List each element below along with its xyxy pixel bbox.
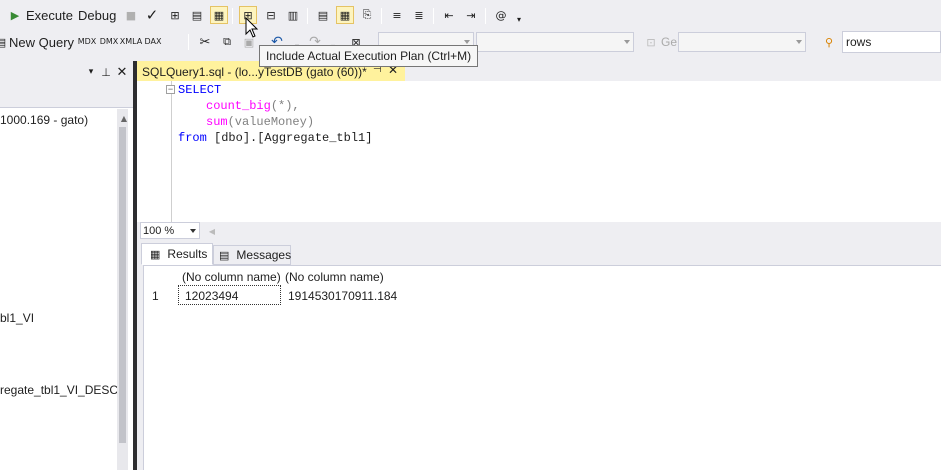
results-to-grid-icon[interactable]: ▦ [336,6,354,24]
tree-item-view-descr[interactable]: regate_tbl1_VI_DESCR [0,383,127,397]
tab-messages[interactable]: ▤ Messages [213,245,291,265]
change-tracking-bar [171,81,173,222]
code-args-sum: (valueMoney) [227,115,315,129]
tab-messages-label: Messages [236,248,292,262]
dax-label: DAX [144,36,162,46]
toolbar-separator [381,8,382,24]
mdx-query-icon[interactable]: MDX [77,32,97,50]
column-header[interactable]: (No column name) [285,270,384,284]
xmla-label: XMLA [119,36,143,46]
solution-platform-dropdown[interactable] [476,32,634,52]
collapse-icon[interactable]: − [166,85,175,94]
copy-icon[interactable]: ⧉ [218,33,236,51]
close-icon[interactable]: ✕ [113,63,131,81]
cell-count-big: 12023494 [185,289,239,303]
cell-sum[interactable]: 1914530170911.184 [288,289,397,303]
toolbar-separator [188,34,189,50]
dmx-query-icon[interactable]: DMX [99,32,119,50]
intellisense-enabled-icon[interactable]: ▦ [210,6,228,24]
messages-icon: ▤ [219,249,230,262]
scroll-up-icon[interactable]: ▲ [115,109,133,127]
toolbar-overflow-icon[interactable]: ▾ [510,10,528,28]
row-number[interactable]: 1 [152,289,159,303]
editor-margin [137,81,173,222]
tab-title: SQLQuery1.sql - (lo...yTestDB (gato (60)… [142,65,367,79]
decrease-indent-icon[interactable]: ⇤ [440,6,458,24]
tooltip: Include Actual Execution Plan (Ctrl+M) [259,45,478,67]
scrollbar-thumb[interactable] [119,127,126,443]
code-function-sum: sum [206,115,228,129]
live-query-statistics-icon[interactable]: ⊟ [262,6,280,24]
tab-results-label: Results [167,247,208,261]
scroll-left-icon[interactable]: ◀ [203,222,221,240]
new-query-button[interactable]: New Query [9,35,74,50]
mdx-label: MDX [77,36,97,46]
results-grid[interactable]: (No column name) (No column name) 1 1202… [143,265,941,470]
find-input[interactable]: rows [842,31,941,53]
code-function-count-big: count_big [206,99,271,113]
code-line-sum: sum(valueMoney) [206,115,314,129]
comment-lines-icon[interactable]: ≡ [388,6,406,24]
results-tabstrip: ▦ Results ▤ Messages [137,240,941,265]
object-explorer-header: ▾ ⊥ ✕ [0,61,133,82]
cut-icon[interactable]: ✂ [196,33,214,51]
column-header[interactable]: (No column name) [182,270,281,284]
object-explorer-toolbar [0,82,133,108]
parse-checkmark-icon[interactable]: ✓ [143,6,161,24]
zoom-dropdown[interactable]: 100 % [140,222,200,239]
zoom-bar: 100 % ◀ [137,222,941,240]
toolbar-separator [485,8,486,24]
debug-button[interactable]: Debug [78,8,116,23]
mouse-cursor-icon [245,17,259,38]
dmx-label: DMX [99,36,119,46]
code-keyword-from: from [178,131,207,145]
increase-indent-icon[interactable]: ⇥ [462,6,480,24]
find-icon[interactable]: ⊡ [642,33,660,51]
execute-icon: ▶ [10,8,20,22]
selected-cell[interactable]: 12023494 [178,285,281,305]
specify-template-values-icon[interactable]: @ [492,6,510,24]
code-line-count-big: count_big(*), [206,99,300,113]
object-explorer-panel: ▾ ⊥ ✕ 1000.169 - gato) bl1_VI regate_tbl… [0,61,133,470]
zoom-value: 100 % [143,225,175,237]
xmla-query-icon[interactable]: XMLA [119,32,143,50]
toolbar-separator [232,8,233,24]
toolbar-separator [307,8,308,24]
generic-dropdown-label: Ge [661,35,678,49]
dax-query-icon[interactable]: DAX [144,32,162,50]
results-to-text-icon[interactable]: ▤ [314,6,332,24]
find-input-value: rows [846,35,872,49]
display-estimated-plan-icon[interactable]: ⊞ [166,6,184,24]
tree-item-server[interactable]: 1000.169 - gato) [0,113,88,127]
uncomment-lines-icon[interactable]: ≣ [410,6,428,24]
execute-button[interactable]: Execute [26,8,73,23]
code-line-select: SELECT [178,83,222,97]
standard-toolbar: ▶ Execute Debug ■ ✓ ⊞ ▤ ▦ ⊞ ⊟ ▥ ▤ ▦ ⎘ ≡ … [0,0,941,31]
tab-results[interactable]: ▦ Results [141,243,213,265]
tree-item-view[interactable]: bl1_VI [0,311,34,325]
stop-icon[interactable]: ■ [122,6,140,24]
find-in-files-icon[interactable]: ⚲ [820,33,838,51]
grid-icon: ▦ [150,248,161,261]
generic-dropdown[interactable] [678,32,806,52]
code-args-count-big: (*), [270,99,300,113]
code-line-from: from [dbo].[Aggregate_tbl1] [178,131,372,145]
query-options-icon[interactable]: ▤ [188,6,206,24]
toolbar-separator [433,8,434,24]
code-table-name: [dbo].[Aggregate_tbl1] [206,131,373,145]
results-to-file-icon[interactable]: ⎘ [358,6,376,24]
client-statistics-icon[interactable]: ▥ [284,6,302,24]
